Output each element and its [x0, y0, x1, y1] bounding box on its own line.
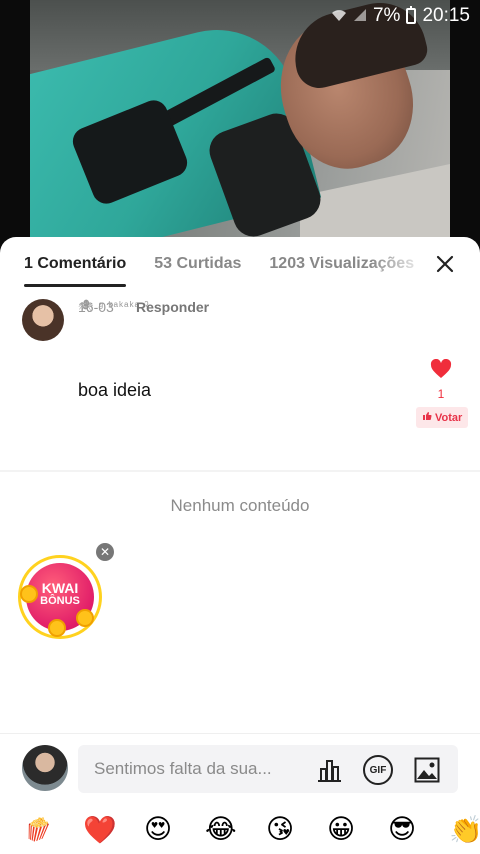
comment-input-bar: Sentimos falta da sua... GIF — [0, 733, 480, 801]
reply-button[interactable]: Responder — [136, 299, 209, 315]
emoji-clap[interactable]: 👏 — [449, 814, 480, 846]
comment-like-column: 1 Votar — [416, 358, 469, 428]
comment-input-placeholder: Sentimos falta da sua... — [94, 759, 272, 778]
heart-icon[interactable] — [416, 358, 466, 383]
emoji-laughing[interactable]: 😂 — [205, 814, 266, 845]
comment-text: boa ideia — [78, 380, 152, 400]
clock: 20:15 — [422, 5, 470, 26]
commenter-avatar[interactable] — [22, 299, 64, 341]
comment-date: 16-03 — [78, 299, 114, 315]
vote-label: Votar — [435, 411, 463, 424]
comment-input[interactable]: Sentimos falta da sua... GIF — [78, 745, 458, 793]
thumbs-up-icon — [422, 411, 432, 424]
empty-state-text: Nenhum conteúdo — [170, 496, 310, 515]
status-bar: 7% 20:15 — [0, 0, 480, 32]
wifi-icon — [331, 8, 347, 25]
bonus-close-icon[interactable]: ✕ — [96, 543, 114, 561]
emoji-grin[interactable]: 😀 — [327, 814, 388, 845]
emoji-kiss[interactable]: 😘 — [266, 814, 327, 845]
tab-comments[interactable]: 1 Comentário — [24, 237, 127, 291]
image-icon[interactable] — [412, 755, 442, 785]
battery-icon — [406, 6, 417, 24]
divider — [0, 470, 480, 472]
vote-button[interactable]: Votar — [416, 407, 469, 428]
close-icon[interactable] — [432, 251, 458, 277]
video-player[interactable] — [0, 0, 480, 260]
emoji-heart[interactable]: ❤️ — [83, 814, 144, 846]
emoji-kwai[interactable]: 🍿 — [22, 817, 83, 843]
battery-percent: 7% — [372, 5, 401, 26]
tab-fade — [370, 237, 440, 291]
tab-likes[interactable]: 53 Curtidas — [154, 237, 241, 291]
coin-icon — [20, 585, 38, 603]
comment-item: 🕷 ᵍ ᵏᵃᵏᵃᵏᵃ ˀ boa ideia 16-03 Responder 1… — [0, 291, 480, 471]
signal-icon — [353, 8, 367, 25]
bar-chart-icon[interactable] — [314, 755, 344, 785]
like-count: 1 — [437, 387, 445, 401]
coin-icon — [48, 619, 66, 637]
kwai-bonus-badge[interactable]: KWAI BÔNUS ✕ — [18, 543, 114, 643]
bonus-subtitle: BÔNUS — [40, 595, 80, 607]
video-frame — [30, 0, 450, 260]
bonus-title: KWAI — [41, 580, 79, 596]
coin-icon — [76, 609, 94, 627]
emoji-sunglasses[interactable]: 😎 — [388, 814, 449, 845]
my-avatar — [22, 745, 68, 791]
emoji-heart-eyes[interactable]: 😍 — [144, 814, 205, 845]
emoji-bar: 🍿 ❤️ 😍 😂 😘 😀 😎 👏 — [0, 805, 480, 854]
gif-icon[interactable]: GIF — [363, 755, 393, 785]
tab-bar: 1 Comentário 53 Curtidas 1203 Visualizaç… — [0, 237, 480, 291]
